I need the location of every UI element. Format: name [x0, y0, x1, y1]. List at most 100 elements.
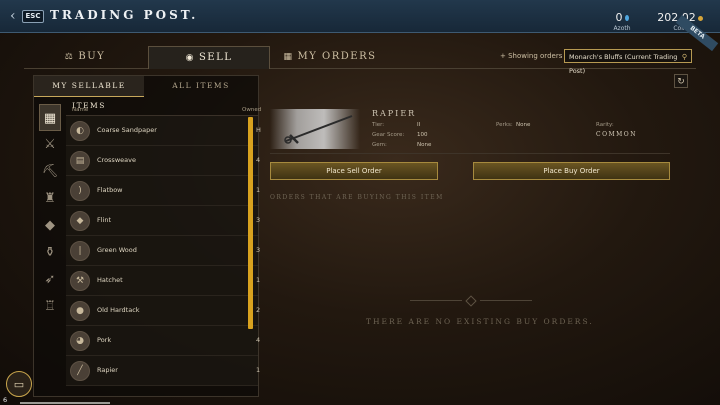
notification-count: 6 [3, 396, 8, 404]
list-item[interactable]: ● Old Hardtack 2 [66, 296, 261, 326]
category-sidebar: ▦ ⚔ ⛏ ♜ ◆ ⚱ ➶ ♖ [39, 104, 61, 320]
list-item[interactable]: ◆ Flint 3 [66, 206, 261, 236]
coins-icon: ◉ [185, 53, 195, 63]
pork-icon: ◕ [70, 331, 90, 351]
orders-section-header: ORDERS THAT ARE BUYING THIS ITEM [270, 194, 444, 201]
item-owned: 3 [256, 246, 261, 254]
sandpaper-icon: ◐ [70, 121, 90, 141]
chat-button[interactable]: ▭ [6, 371, 32, 397]
item-name: Green Wood [97, 246, 137, 254]
item-name: Rapier [97, 366, 118, 374]
rarity-label: Rarity: [596, 122, 614, 128]
place-sell-order-button[interactable]: Place Sell Order [270, 162, 438, 180]
item-list: Name Owned ◐ Coarse Sandpaper H ▤ Crossweav… [66, 106, 261, 386]
page-title: TRADING POST. [50, 8, 199, 22]
crossweave-icon: ▤ [70, 151, 90, 171]
item-owned: 1 [256, 276, 261, 284]
tier-value: II [417, 122, 421, 128]
item-owned: 4 [256, 336, 261, 344]
rapier-icon: ╱ [70, 361, 90, 381]
refresh-icon: ↻ [677, 77, 685, 87]
diamond-icon [465, 295, 477, 307]
place-buy-order-button[interactable]: Place Buy Order [473, 162, 670, 180]
location-select[interactable]: Monarch's Bluffs (Current Trading Post) … [564, 49, 692, 75]
perks-label: Perks: [496, 122, 513, 128]
grid-icon: ▦ [283, 52, 294, 62]
azoth-label: Azoth [613, 25, 631, 32]
showing-orders-label: + Showing orders at [500, 52, 572, 60]
category-ammo-icon[interactable]: ➶ [39, 266, 61, 293]
category-weapons-icon[interactable]: ⚔ [39, 131, 61, 158]
tab-my-orders[interactable]: ▦ MY ORDERS [270, 46, 390, 68]
item-owned: 1 [256, 186, 261, 194]
list-item[interactable]: ◕ Pork 4 [66, 326, 261, 356]
list-item[interactable]: ) Flatbow 1 [66, 176, 261, 206]
tier-label: Tier: [372, 122, 385, 128]
coin-icon [697, 16, 703, 21]
item-name: Crossweave [97, 156, 136, 164]
esc-key-badge[interactable]: ESC [22, 10, 44, 23]
item-name: Old Hardtack [97, 306, 140, 314]
bow-icon: ) [70, 181, 90, 201]
tab-my-orders-label: MY ORDERS [297, 51, 377, 62]
gem-label: Gem: [372, 142, 387, 148]
tab-sell[interactable]: ◉ SELL [148, 46, 270, 69]
list-item[interactable]: ╱ Rapier 1 [66, 356, 261, 386]
tab-all-items[interactable]: ALL ITEMS [144, 76, 258, 96]
column-name-header[interactable]: Name [72, 107, 88, 113]
list-header: Name Owned [66, 106, 261, 116]
item-owned: 3 [256, 216, 261, 224]
item-name-title: RAPIER [372, 109, 417, 118]
category-armor-icon[interactable]: ♜ [39, 185, 61, 212]
item-image [270, 109, 360, 149]
item-detail-panel: RAPIER Tier: II Gear Score: 100 Gem: Non… [262, 91, 686, 391]
category-furniture-icon[interactable]: ♖ [39, 293, 61, 320]
list-item[interactable]: ◐ Coarse Sandpaper H [66, 116, 261, 146]
item-owned: H [256, 126, 261, 134]
category-tools-icon[interactable]: ⛏ [39, 158, 61, 185]
item-name: Pork [97, 336, 112, 344]
perks-value: None [516, 122, 531, 128]
scale-icon: ⚖ [64, 52, 75, 62]
top-bar: ‹ ESC TRADING POST. 0 Azoth 202.02 Coin [0, 0, 720, 33]
sub-tabs: MY SELLABLE ITEMS ALL ITEMS [34, 76, 258, 110]
list-item[interactable]: ❘ Green Wood 3 [66, 236, 261, 266]
refresh-button[interactable]: ↻ [674, 74, 688, 88]
chevron-left-icon[interactable]: ‹ [10, 8, 16, 24]
gear-score-value: 100 [417, 132, 428, 138]
chat-icon: ▭ [13, 378, 25, 391]
item-list-panel: MY SELLABLE ITEMS ALL ITEMS ▦ ⚔ ⛏ ♜ ◆ ⚱ … [33, 75, 261, 397]
item-owned: 4 [256, 156, 261, 164]
item-owned: 2 [256, 306, 261, 314]
divider [270, 153, 670, 154]
list-item[interactable]: ▤ Crossweave 4 [66, 146, 261, 176]
category-consumables-icon[interactable]: ⚱ [39, 239, 61, 266]
azoth-drop-icon [624, 15, 629, 21]
rapier-icon [284, 115, 353, 144]
tab-buy-label: BUY [78, 51, 106, 62]
item-name: Flint [97, 216, 112, 224]
list-scrollbar[interactable] [248, 117, 253, 329]
hatchet-icon: ⚒ [70, 271, 90, 291]
gem-value: None [417, 142, 432, 148]
wood-icon: ❘ [70, 241, 90, 261]
column-owned-header[interactable]: Owned [242, 107, 261, 113]
item-name: Coarse Sandpaper [97, 126, 157, 134]
tab-my-sellable-items[interactable]: MY SELLABLE ITEMS [34, 76, 144, 110]
tab-buy[interactable]: ⚖ BUY [24, 46, 146, 68]
azoth-value: 0 [615, 11, 623, 24]
progress-line [20, 402, 110, 404]
flint-icon: ◆ [70, 211, 90, 231]
item-name: Hatchet [97, 276, 123, 284]
hardtack-icon: ● [70, 301, 90, 321]
pin-icon: ⚲ [681, 53, 687, 61]
category-all-icon[interactable]: ▦ [39, 104, 61, 131]
category-resources-icon[interactable]: ◆ [39, 212, 61, 239]
empty-orders-message: THERE ARE NO EXISTING BUY ORDERS. [366, 317, 594, 326]
list-item[interactable]: ⚒ Hatchet 1 [66, 266, 261, 296]
tab-sell-label: SELL [198, 52, 233, 63]
ornament-divider [410, 295, 532, 307]
rarity-value: COMMON [596, 131, 637, 138]
azoth-currency: 0 Azoth [604, 6, 640, 32]
item-owned: 1 [256, 366, 261, 374]
